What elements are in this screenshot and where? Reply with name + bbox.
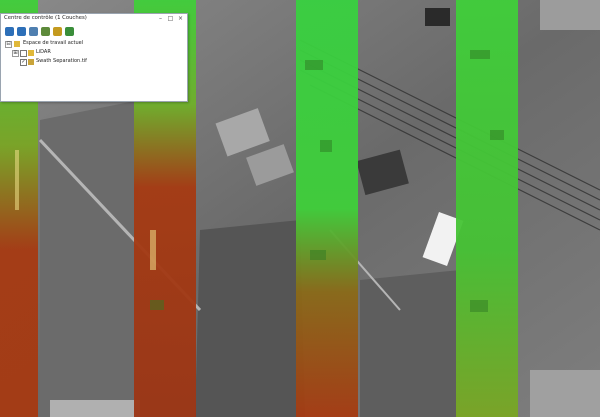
layer-control-panel[interactable]: Centre de contrôle (1 Couches) – □ × ⊟ E… bbox=[0, 13, 188, 102]
forest-area bbox=[195, 220, 305, 417]
workspace-folder-icon bbox=[14, 41, 20, 47]
field bbox=[50, 400, 140, 417]
tree-item-label: Swath Separation.tif bbox=[36, 58, 87, 64]
tree-item-label: LiDAR bbox=[36, 49, 51, 55]
forest-area bbox=[360, 270, 460, 417]
tree-root[interactable]: ⊟ Espace de travail actuel bbox=[1, 40, 187, 48]
panel-title-bar[interactable]: Centre de contrôle (1 Couches) – □ × bbox=[1, 14, 187, 25]
layer-icon[interactable] bbox=[29, 27, 38, 36]
zoom-in-icon[interactable] bbox=[5, 27, 14, 36]
raster-layer-icon bbox=[28, 59, 34, 65]
collapse-toggle[interactable]: ⊟ bbox=[5, 41, 12, 48]
field bbox=[540, 0, 600, 30]
settings-icon[interactable] bbox=[41, 27, 50, 36]
panel-title: Centre de contrôle (1 Couches) bbox=[4, 15, 87, 21]
field bbox=[530, 370, 600, 417]
forest-area bbox=[40, 100, 140, 417]
tree-item-lidar[interactable]: ⊞ LiDAR bbox=[1, 49, 187, 57]
maximize-button[interactable]: □ bbox=[167, 15, 174, 22]
folder-icon bbox=[28, 50, 34, 56]
minimize-button[interactable]: – bbox=[157, 15, 164, 22]
layer-checkbox[interactable]: ✓ bbox=[20, 59, 27, 66]
close-button[interactable]: × bbox=[177, 15, 184, 22]
panel-toolbar bbox=[1, 26, 187, 38]
layer-checkbox[interactable] bbox=[20, 50, 27, 57]
add-layer-icon[interactable] bbox=[53, 27, 62, 36]
swath-strip bbox=[456, 0, 518, 417]
expand-toggle[interactable]: ⊞ bbox=[12, 50, 19, 57]
tree-item-swath[interactable]: ✓ Swath Separation.tif bbox=[1, 58, 187, 66]
building bbox=[425, 8, 450, 26]
refresh-icon[interactable] bbox=[65, 27, 74, 36]
zoom-out-icon[interactable] bbox=[17, 27, 26, 36]
tree-root-label: Espace de travail actuel bbox=[23, 40, 84, 46]
